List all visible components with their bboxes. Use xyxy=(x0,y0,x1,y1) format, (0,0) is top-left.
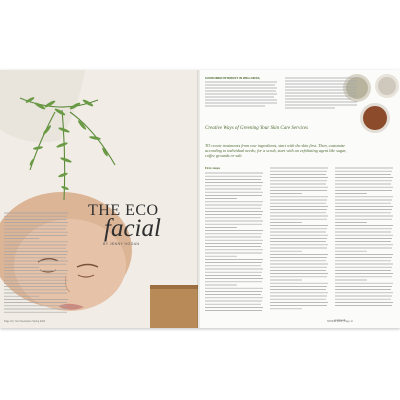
folio-right: SPRING 2023 | Page 11 xyxy=(327,320,353,323)
lead-quote: TO create treatments from raw ingredient… xyxy=(205,143,347,159)
body-text-lines xyxy=(205,81,277,107)
body-column-3 xyxy=(205,171,265,316)
left-body-column-1 xyxy=(4,211,70,316)
section-heading: First steps xyxy=(205,166,221,170)
body-column-2 xyxy=(285,76,357,126)
body-text-lines xyxy=(4,212,68,313)
left-body-column-2 xyxy=(74,211,138,316)
body-text-lines xyxy=(205,172,263,311)
body-text-lines xyxy=(285,77,357,109)
body-column-4 xyxy=(270,166,330,316)
body-column-1 xyxy=(205,80,277,120)
article-subtitle: Creative Ways of Greening Your Skin Care… xyxy=(205,126,309,131)
folio-left: Page 10 | Your Newsletter Spring 2023 xyxy=(4,320,46,323)
body-column-5 xyxy=(335,166,395,316)
body-text-lines xyxy=(270,167,328,310)
body-text-lines xyxy=(335,167,393,306)
